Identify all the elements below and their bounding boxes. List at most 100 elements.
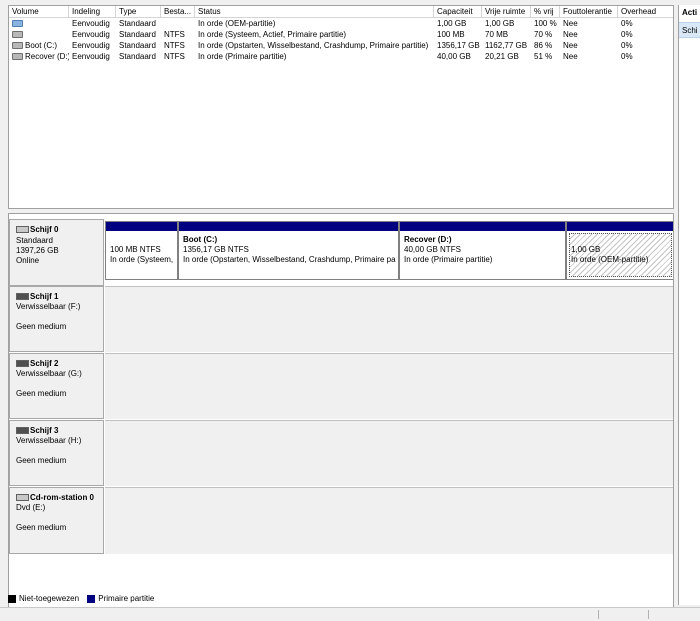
disk-status: Geen medium bbox=[16, 322, 67, 331]
layout-cell: Eenvoudig bbox=[72, 19, 110, 28]
volume-row[interactable]: Eenvoudig Standaard In orde (OEM-partiti… bbox=[9, 18, 673, 29]
partition-status: In orde (OEM-partitie) bbox=[571, 255, 649, 264]
disk-status: Geen medium bbox=[16, 523, 67, 532]
layout-cell: Eenvoudig bbox=[72, 52, 110, 61]
volume-name-cell bbox=[9, 29, 69, 40]
capacity-cell: 1356,17 GB bbox=[437, 41, 480, 50]
disk-empty-area bbox=[105, 487, 673, 554]
type-cell: Standaard bbox=[119, 30, 156, 39]
disk-label[interactable]: Schijf 3 Verwisselbaar (H:) Geen medium bbox=[9, 420, 104, 486]
disk-empty-area bbox=[105, 353, 673, 419]
legend-item-unallocated: Niet-toegewezen bbox=[8, 593, 79, 605]
disk-name: Schijf 1 bbox=[30, 292, 59, 301]
column-header-free-space[interactable]: Vrije ruimte bbox=[482, 6, 531, 17]
disk-label[interactable]: Schijf 1 Verwisselbaar (F:) Geen medium bbox=[9, 286, 104, 352]
disk-map[interactable]: Schijf 0 Standaard 1397,26 GB Online 100… bbox=[8, 213, 674, 608]
volume-name-cell bbox=[9, 18, 69, 29]
free-space-cell: 1,00 GB bbox=[485, 19, 515, 28]
overhead-cell: 0% bbox=[621, 41, 633, 50]
removable-disk-icon bbox=[16, 360, 29, 368]
column-header-layout[interactable]: Indeling bbox=[69, 6, 116, 17]
status-cell: In orde (Opstarten, Wisselbestand, Crash… bbox=[198, 41, 429, 50]
disk-row[interactable]: Schijf 1 Verwisselbaar (F:) Geen medium bbox=[9, 286, 673, 352]
status-cell: In orde (OEM-partitie) bbox=[198, 19, 276, 28]
disk-status: Geen medium bbox=[16, 456, 67, 465]
free-space-cell: 20,21 GB bbox=[485, 52, 519, 61]
disk-label[interactable]: Schijf 0 Standaard 1397,26 GB Online bbox=[9, 219, 104, 286]
column-header-percent-free[interactable]: % vrij bbox=[531, 6, 560, 17]
column-header-capacity[interactable]: Capaciteit bbox=[434, 6, 482, 17]
disk-type: Dvd (E:) bbox=[16, 503, 46, 512]
fault-tolerance-cell: Nee bbox=[563, 30, 578, 39]
disk-row[interactable]: Schijf 0 Standaard 1397,26 GB Online 100… bbox=[9, 219, 673, 286]
removable-disk-icon bbox=[16, 427, 29, 435]
column-header-row: Volume Indeling Type Besta... Status Cap… bbox=[9, 6, 673, 18]
primary-partition-bar bbox=[567, 222, 673, 231]
disk-row[interactable]: Schijf 2 Verwisselbaar (G:) Geen medium bbox=[9, 353, 673, 419]
capacity-cell: 100 MB bbox=[437, 30, 465, 39]
partition-status: In orde (Opstarten, Wisselbestand, Crash… bbox=[183, 255, 396, 264]
fault-tolerance-cell: Nee bbox=[563, 19, 578, 28]
fault-tolerance-cell: Nee bbox=[563, 41, 578, 50]
actions-pane: Acti Schi bbox=[678, 5, 700, 605]
status-separator bbox=[648, 610, 649, 619]
percent-free-cell: 51 % bbox=[534, 52, 553, 61]
capacity-cell: 1,00 GB bbox=[437, 19, 467, 28]
type-cell: Standaard bbox=[119, 41, 156, 50]
volume-gray-icon bbox=[12, 53, 23, 61]
column-header-fault-tolerance[interactable]: Fouttolerantie bbox=[560, 6, 618, 17]
volume-gray-icon bbox=[12, 42, 23, 50]
column-header-volume[interactable]: Volume bbox=[9, 6, 69, 17]
volume-row[interactable]: Recover (D:) Eenvoudig Standaard NTFS In… bbox=[9, 51, 673, 62]
column-header-filesystem[interactable]: Besta... bbox=[161, 6, 195, 17]
legend-item-primary-partition: Primaire partitie bbox=[87, 593, 154, 605]
status-cell: In orde (Primaire partitie) bbox=[198, 52, 287, 61]
disk-type: Standaard bbox=[16, 236, 53, 245]
disk-row[interactable]: Cd-rom-station 0 Dvd (E:) Geen medium bbox=[9, 487, 673, 554]
disk-status: Geen medium bbox=[16, 389, 67, 398]
column-header-type[interactable]: Type bbox=[116, 6, 161, 17]
partition-size: 100 MB NTFS bbox=[110, 245, 161, 254]
capacity-cell: 40,00 GB bbox=[437, 52, 471, 61]
actions-title: Acti bbox=[682, 8, 698, 17]
volume-name-cell: Boot (C:) bbox=[9, 40, 69, 51]
layout-cell: Eenvoudig bbox=[72, 41, 110, 50]
disk-name: Schijf 2 bbox=[30, 359, 59, 368]
disk-label[interactable]: Schijf 2 Verwisselbaar (G:) Geen medium bbox=[9, 353, 104, 419]
column-header-status[interactable]: Status bbox=[195, 6, 434, 17]
partition-title: Boot (C:) bbox=[183, 235, 218, 244]
partition-system[interactable]: 100 MB NTFS In orde (Systeem, bbox=[105, 221, 178, 280]
hard-disk-icon bbox=[16, 226, 29, 234]
volume-list[interactable]: Volume Indeling Type Besta... Status Cap… bbox=[8, 5, 674, 209]
disk-row[interactable]: Schijf 3 Verwisselbaar (H:) Geen medium bbox=[9, 420, 673, 486]
disk-name: Cd-rom-station 0 bbox=[30, 493, 94, 502]
volume-blue-icon bbox=[12, 20, 23, 28]
partition-size: 1356,17 GB NTFS bbox=[183, 245, 249, 254]
actions-item-disk-management[interactable]: Schi bbox=[679, 22, 700, 38]
partition-oem[interactable]: 1,00 GB In orde (OEM-partitie) bbox=[566, 221, 673, 280]
disk-partition-area: 100 MB NTFS In orde (Systeem, Boot (C:) … bbox=[105, 219, 673, 286]
partition-recover-d[interactable]: Recover (D:) 40,00 GB NTFS In orde (Prim… bbox=[399, 221, 566, 280]
disk-status: Online bbox=[16, 256, 40, 265]
disk-size: 1397,26 GB bbox=[16, 246, 59, 255]
disk-name: Schijf 3 bbox=[30, 426, 59, 435]
legend: Niet-toegewezen Primaire partitie bbox=[8, 593, 160, 605]
percent-free-cell: 70 % bbox=[534, 30, 553, 39]
volume-row[interactable]: Boot (C:) Eenvoudig Standaard NTFS In or… bbox=[9, 40, 673, 51]
fault-tolerance-cell: Nee bbox=[563, 52, 578, 61]
volume-gray-icon bbox=[12, 31, 23, 39]
status-cell: In orde (Systeem, Actief, Primaire parti… bbox=[198, 30, 347, 39]
filesystem-cell: NTFS bbox=[164, 30, 185, 39]
volume-row[interactable]: Eenvoudig Standaard NTFS In orde (Systee… bbox=[9, 29, 673, 40]
type-cell: Standaard bbox=[119, 52, 156, 61]
cdrom-drive-icon bbox=[16, 494, 29, 502]
partition-boot-c[interactable]: Boot (C:) 1356,17 GB NTFS In orde (Opsta… bbox=[178, 221, 399, 280]
column-header-overhead[interactable]: Overhead bbox=[618, 6, 673, 17]
disk-label[interactable]: Cd-rom-station 0 Dvd (E:) Geen medium bbox=[9, 487, 104, 554]
free-space-cell: 1162,77 GB bbox=[485, 41, 528, 50]
partition-title: Recover (D:) bbox=[404, 235, 452, 244]
disk-type: Verwisselbaar (H:) bbox=[16, 436, 82, 445]
disk-empty-area bbox=[105, 286, 673, 352]
partition-size: 1,00 GB bbox=[571, 245, 601, 254]
legend-swatch-black bbox=[8, 594, 16, 603]
